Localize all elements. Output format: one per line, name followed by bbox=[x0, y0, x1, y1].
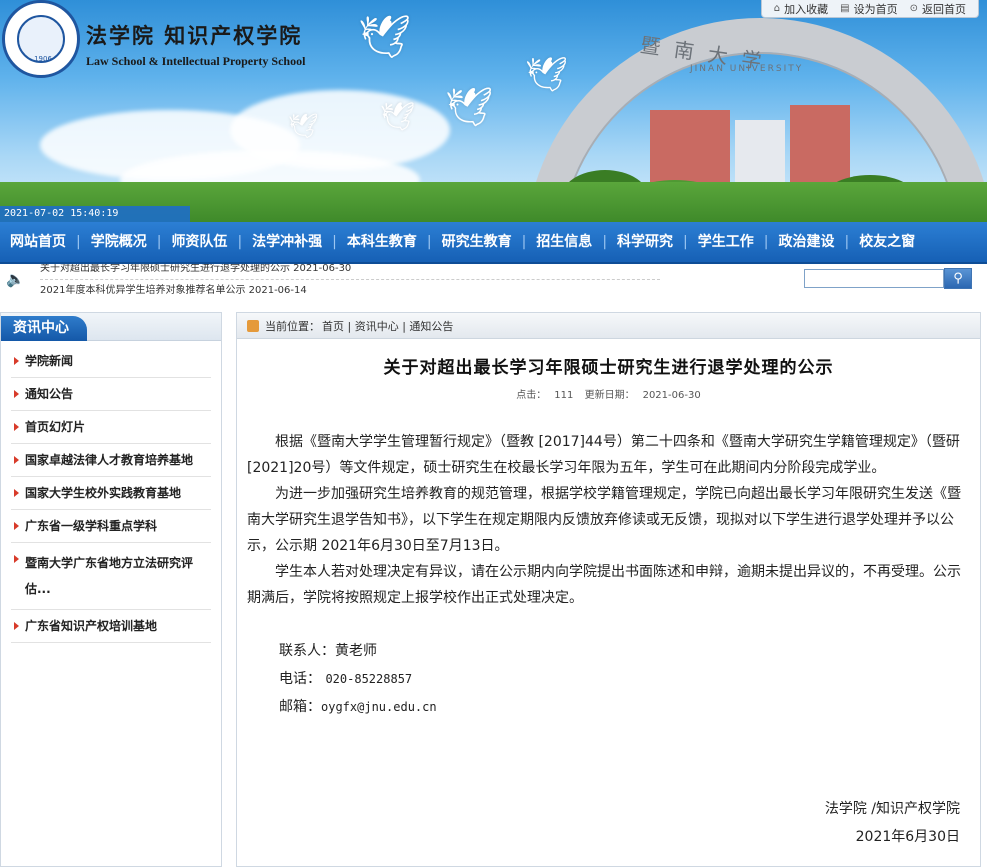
dove-icon: 🕊 bbox=[288, 112, 319, 140]
current-datetime: 2021-07-02 15:40:19 bbox=[0, 206, 190, 222]
email-address[interactable]: oygfx@jnu.edu.cn bbox=[321, 700, 437, 714]
signature-block: 法学院 /知识产权学院 2021年6月30日 bbox=[825, 795, 960, 851]
article-meta: 点击： 111 更新日期： 2021-06-30 bbox=[237, 386, 980, 401]
header-banner: 暨南大学 JINAN UNIVERSITY 🕊 🕊 🕊 🕊 🕊 1906 法学院… bbox=[0, 0, 987, 222]
news-ticker: 关于对超出最长学习年限硕士研究生进行退学处理的公示 2021-06-30 202… bbox=[40, 264, 660, 294]
article-paragraph: 根据《暨南大学学生管理暂行规定》（暨教 [2017]44号）第二十四条和《暨南大… bbox=[247, 434, 960, 476]
nav-undergraduate[interactable]: 本科生教育 bbox=[337, 221, 427, 263]
nav-law-program[interactable]: 法学冲补强 bbox=[242, 221, 332, 263]
updated-date: 2021-06-30 bbox=[642, 390, 701, 401]
bookmark-icon: ▤ bbox=[840, 3, 850, 14]
phone-number: 020-85228857 bbox=[325, 672, 413, 686]
ticker-item[interactable]: 关于对超出最长学习年限硕士研究生进行退学处理的公示 2021-06-30 bbox=[40, 264, 660, 280]
ticker-item[interactable]: 2021年度本科优异学生培养对象推荐名单公示 2021-06-14 bbox=[40, 280, 660, 294]
building bbox=[790, 105, 850, 190]
updated-label: 更新日期： bbox=[584, 390, 635, 401]
sidebar-header: 资讯中心 bbox=[1, 313, 221, 341]
article-paragraph: 为进一步加强研究生培养教育的规范管理，根据学校学籍管理规定，学院已向超出最长学习… bbox=[247, 486, 961, 554]
school-name-en: Law School & Intellectual Property Schoo… bbox=[86, 54, 306, 68]
building bbox=[650, 110, 730, 190]
sidebar-item-key-discipline[interactable]: 广东省一级学科重点学科 bbox=[11, 510, 211, 543]
search-icon: ⚲ bbox=[953, 271, 963, 286]
sidebar-item-slideshow[interactable]: 首页幻灯片 bbox=[11, 411, 211, 444]
location-icon bbox=[247, 319, 259, 332]
dove-icon: 🕊 bbox=[380, 100, 416, 133]
contact-person-label: 联系人： bbox=[279, 643, 335, 659]
nav-home[interactable]: 网站首页 bbox=[0, 221, 76, 263]
nav-alumni[interactable]: 校友之窗 bbox=[849, 221, 925, 263]
sidebar-item-college-news[interactable]: 学院新闻 bbox=[11, 345, 211, 378]
sidebar-item-practice-base[interactable]: 国家大学生校外实践教育基地 bbox=[11, 477, 211, 510]
nav-research[interactable]: 科学研究 bbox=[607, 221, 683, 263]
nav-political[interactable]: 政治建设 bbox=[768, 221, 844, 263]
nav-about[interactable]: 学院概况 bbox=[81, 221, 157, 263]
home-icon: ⌂ bbox=[773, 3, 781, 14]
sidebar-item-excellent-talent-base[interactable]: 国家卓越法律人才教育培养基地 bbox=[11, 444, 211, 477]
main-nav: 网站首页 | 学院概况 | 师资队伍 | 法学冲补强 | 本科生教育 | 研究生教育 | 招… bbox=[0, 222, 987, 264]
nav-admissions[interactable]: 招生信息 bbox=[526, 221, 602, 263]
university-logo[interactable]: 1906 bbox=[2, 0, 80, 78]
sidebar-title: 资讯中心 bbox=[1, 316, 87, 341]
sidebar: 资讯中心 学院新闻 通知公告 首页幻灯片 国家卓越法律人才教育培养基地 国家大学… bbox=[0, 312, 222, 867]
return-home-link[interactable]: ⊙ 返回首页 bbox=[910, 1, 966, 17]
search-button[interactable]: ⚲ bbox=[944, 268, 972, 289]
nav-faculty[interactable]: 师资队伍 bbox=[161, 221, 237, 263]
nav-graduate[interactable]: 研究生教育 bbox=[432, 221, 522, 263]
phone-row: 电话： 020-85228857 bbox=[279, 665, 968, 693]
contact-person: 黄老师 bbox=[335, 643, 377, 659]
breadcrumb-label: 当前位置： bbox=[265, 319, 320, 333]
main-content: 当前位置： 首页 | 资讯中心 | 通知公告 关于对超出最长学习年限硕士研究生进… bbox=[236, 312, 981, 867]
signature-date: 2021年6月30日 bbox=[855, 829, 960, 845]
email-row: 邮箱：oygfx@jnu.edu.cn bbox=[279, 693, 968, 721]
return-icon: ⊙ bbox=[909, 3, 918, 14]
click-count: 111 bbox=[554, 390, 574, 401]
arch-subtitle: JINAN UNIVERSITY bbox=[690, 64, 804, 74]
breadcrumb-path[interactable]: 首页 | 资讯中心 | 通知公告 bbox=[322, 318, 453, 334]
search-input[interactable] bbox=[804, 269, 944, 288]
building bbox=[735, 120, 785, 190]
top-links: ⌂ 加入收藏 ▤ 设为首页 ⊙ 返回首页 bbox=[760, 0, 979, 18]
breadcrumb: 当前位置： 首页 | 资讯中心 | 通知公告 bbox=[237, 313, 980, 339]
signature: 法学院 /知识产权学院 bbox=[824, 801, 960, 817]
add-favorite-link[interactable]: ⌂ 加入收藏 bbox=[774, 1, 828, 17]
school-name-cn: 法学院 知识产权学院 bbox=[86, 23, 303, 48]
add-favorite-label: 加入收藏 bbox=[784, 2, 829, 16]
dove-icon: 🕊 bbox=[358, 12, 412, 61]
sidebar-item-legislation-research[interactable]: 暨南大学广东省地方立法研究评估... bbox=[11, 543, 211, 610]
contact-person-row: 联系人：黄老师 bbox=[279, 637, 968, 665]
article-body: 根据《暨南大学学生管理暂行规定》（暨教 [2017]44号）第二十四条和《暨南大… bbox=[237, 429, 980, 721]
return-home-label: 返回首页 bbox=[922, 2, 966, 16]
sidebar-item-notices[interactable]: 通知公告 bbox=[11, 378, 211, 411]
dove-icon: 🕊 bbox=[525, 55, 569, 95]
logo-year: 1906 bbox=[34, 55, 52, 63]
article-title: 关于对超出最长学习年限硕士研究生进行退学处理的公示 bbox=[383, 358, 834, 378]
article-paragraph: 学生本人若对处理决定有异议，请在公示期内向学院提出书面陈述和申辩，逾期未提出异议… bbox=[247, 564, 961, 606]
sidebar-item-ip-training-base[interactable]: 广东省知识产权培训基地 bbox=[11, 610, 211, 643]
set-homepage-link[interactable]: ▤ 设为首页 bbox=[840, 1, 897, 17]
set-homepage-label: 设为首页 bbox=[853, 2, 898, 16]
dove-icon: 🕊 bbox=[445, 85, 494, 129]
nav-student-affairs[interactable]: 学生工作 bbox=[688, 221, 764, 263]
contact-info: 联系人：黄老师 电话： 020-85228857 邮箱：oygfx@jnu.ed… bbox=[247, 637, 968, 721]
email-label: 邮箱： bbox=[279, 699, 321, 715]
clicks-label: 点击： bbox=[516, 390, 547, 401]
speaker-icon: 🔈 bbox=[6, 270, 25, 288]
sidebar-list: 学院新闻 通知公告 首页幻灯片 国家卓越法律人才教育培养基地 国家大学生校外实践… bbox=[1, 341, 221, 643]
phone-label: 电话： bbox=[279, 671, 321, 687]
